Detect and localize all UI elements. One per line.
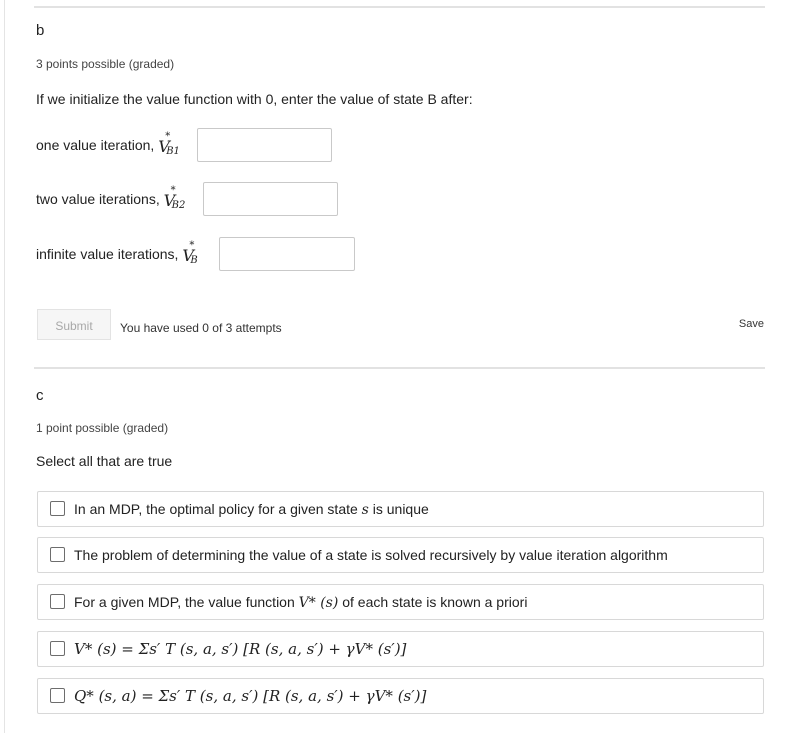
checkbox[interactable] [50, 547, 65, 562]
choice-bellman-q[interactable]: Q* (s, a) = Σs′ T (s, a, s′) [R (s, a, s… [37, 678, 764, 714]
choice-value-iteration-recursive[interactable]: The problem of determining the value of … [37, 537, 764, 573]
problem-title-b: b [36, 22, 45, 39]
checkbox[interactable] [50, 688, 65, 703]
math-v-b: V * B [182, 240, 198, 267]
submit-button[interactable]: Submit [37, 309, 111, 340]
attempts-counter: You have used 0 of 3 attempts [120, 321, 282, 335]
question-prompt-b: If we initialize the value function with… [36, 91, 473, 107]
save-button[interactable]: Save [739, 318, 764, 330]
choice-bellman-v[interactable]: V* (s) = Σs′ T (s, a, s′) [R (s, a, s′) … [37, 631, 764, 667]
answer-input-one-iteration[interactable] [197, 128, 332, 162]
question-prompt-c: Select all that are true [36, 453, 173, 469]
field-label-infinite-iterations: infinite value iterations, V * B [36, 240, 210, 267]
math-v-b2: V * B2 [163, 185, 186, 212]
field-label-two-iterations: two value iterations, V * B2 [36, 185, 192, 212]
points-info-c: 1 point possible (graded) [36, 421, 169, 435]
section-divider [34, 367, 765, 369]
math-s: s [361, 502, 369, 518]
math-bellman-q: Q* (s, a) = Σs′ T (s, a, s′) [R (s, a, s… [74, 687, 427, 705]
field-label-text: one value iteration, [36, 137, 155, 153]
checkbox[interactable] [50, 501, 65, 516]
math-v-star-s: V* (s) [298, 595, 339, 611]
math-v-b1: V * B1 [158, 131, 180, 158]
section-divider [34, 6, 765, 8]
answer-input-two-iterations[interactable] [203, 182, 338, 216]
points-info-b: 3 points possible (graded) [36, 57, 175, 71]
choice-value-known-a-priori[interactable]: For a given MDP, the value function V* (… [37, 584, 764, 620]
field-label-text: infinite value iterations, [36, 246, 179, 262]
field-label-one-iteration: one value iteration, V * B1 [36, 131, 186, 158]
field-label-text: two value iterations, [36, 191, 160, 207]
choice-optimal-policy-unique[interactable]: In an MDP, the optimal policy for a give… [37, 491, 764, 527]
problem-title-c: c [36, 387, 44, 404]
checkbox[interactable] [50, 641, 65, 656]
answer-input-infinite-iterations[interactable] [219, 237, 355, 271]
math-bellman-v: V* (s) = Σs′ T (s, a, s′) [R (s, a, s′) … [74, 640, 407, 658]
checkbox[interactable] [50, 594, 65, 609]
